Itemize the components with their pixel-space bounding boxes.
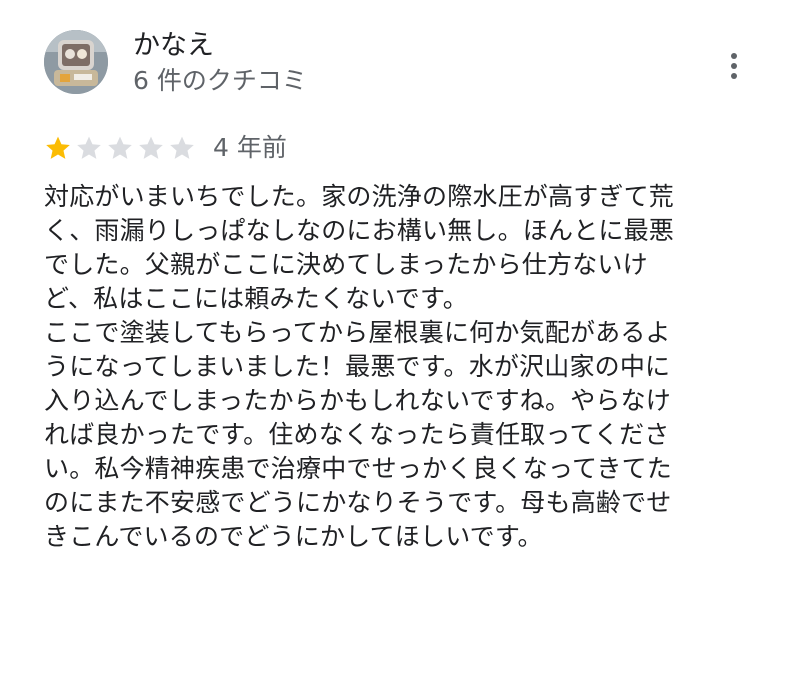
review-text-line: でした。父親がここに決めてしまったから仕方ないけ [44, 250, 648, 279]
review-date: 4 年前 [213, 133, 287, 162]
star-rating [44, 134, 196, 162]
more-options-button[interactable] [718, 48, 750, 84]
more-vert-icon-dot [731, 63, 737, 69]
more-vert-icon-dot [731, 73, 737, 79]
review-text-line: く、雨漏りしっぱなしなのにお構い無し。ほんとに最悪 [44, 216, 675, 245]
star-empty-icon [139, 136, 163, 159]
review-text-line: うになってしまいました！最悪です。水が沢山家の中に [44, 352, 671, 381]
review-text-line: きこんでいるのでどうにかしてほしいです。 [44, 522, 543, 551]
reviewer-review-count: 6 件のクチコミ [133, 66, 307, 95]
avatar-photo [44, 30, 108, 94]
review-text-line: 対応がいまいちでした。家の洗浄の際水圧が高すぎて荒 [44, 182, 675, 211]
review-text-line: 入り込んでしまったからかもしれないですね。やらなけ [44, 386, 672, 415]
review-text: 対応がいまいちでした。家の洗浄の際水圧が高すぎて荒 く、雨漏りしっぱなしなのにお構… [44, 180, 756, 554]
more-vert-icon [731, 53, 737, 59]
review-text-line: ここで塗装してもらってから屋根裏に何か気配があるよ [44, 318, 671, 347]
avatar[interactable] [44, 30, 108, 94]
star-empty-icon [77, 136, 101, 159]
star-filled-icon [46, 136, 70, 159]
review-text-line: い。私今精神疾患で治療中でせっかく良くなってきてた [44, 454, 673, 483]
reviewer-name[interactable]: かなえ [133, 28, 214, 64]
review-text-line: れば良かったです。住めなくなったら責任取ってくださ [44, 420, 670, 449]
star-empty-icon [170, 136, 194, 159]
star-empty-icon [108, 136, 132, 159]
review-card: かなえ 6 件のクチコミ 4 年前 対応がいまいちでした。家の洗浄の際水圧が高す… [0, 0, 792, 678]
review-text-line: のにまた不安感でどうにかなりそうです。母も高齢でせ [44, 488, 672, 517]
review-text-line: ど、私はここには頼みたくないです。 [44, 284, 468, 313]
rating-row: 4 年前 [44, 130, 287, 166]
